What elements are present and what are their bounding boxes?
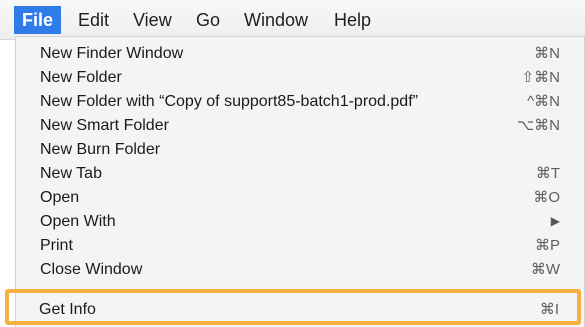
menu-item-print[interactable]: Print ⌘P <box>40 234 560 258</box>
keyboard-shortcut: ⌘N <box>534 45 560 62</box>
keyboard-shortcut: ⌘T <box>535 165 560 182</box>
menu-item-get-info[interactable]: Get Info ⌘I <box>39 298 559 322</box>
menu-item-label: New Folder with “Copy of support85-batch… <box>40 93 418 110</box>
menu-item-label: New Finder Window <box>40 45 184 62</box>
menubar-view[interactable]: View <box>133 6 172 34</box>
file-menu-dropdown: New Finder Window ⌘N New Folder ⇧⌘N New … <box>15 36 585 327</box>
menu-item-label: Open <box>40 189 80 206</box>
menu-item-label: New Smart Folder <box>40 117 169 134</box>
keyboard-shortcut: ⌘I <box>539 301 559 318</box>
submenu-arrow-icon: ▶ <box>550 214 560 228</box>
menu-item-label: New Tab <box>40 165 102 182</box>
keyboard-shortcut: ⇧⌘N <box>521 69 560 86</box>
menu-item-new-folder-with-selection[interactable]: New Folder with “Copy of support85-batch… <box>40 90 560 114</box>
menu-item-open-with[interactable]: Open With ▶ <box>40 210 560 234</box>
menu-item-new-folder[interactable]: New Folder ⇧⌘N <box>40 66 560 90</box>
menu-item-new-tab[interactable]: New Tab ⌘T <box>40 162 560 186</box>
menubar-go[interactable]: Go <box>196 6 220 34</box>
menu-bar: File Edit View Go Window Help <box>0 0 585 40</box>
menubar-file[interactable]: File <box>14 6 62 34</box>
menubar-edit[interactable]: Edit <box>78 6 109 34</box>
menu-item-close-window[interactable]: Close Window ⌘W <box>40 258 560 282</box>
keyboard-shortcut: ^⌘N <box>527 93 560 110</box>
menu-item-label: Print <box>40 237 73 254</box>
menubar-window[interactable]: Window <box>244 6 308 34</box>
menu-item-label: New Folder <box>40 69 122 86</box>
menubar-help[interactable]: Help <box>334 6 371 34</box>
macos-file-menu-screenshot: File Edit View Go Window Help New Finder… <box>0 0 585 327</box>
menu-item-new-smart-folder[interactable]: New Smart Folder ⌥⌘N <box>40 114 560 138</box>
menu-item-label: Open With <box>40 213 116 230</box>
keyboard-shortcut: ⌘W <box>530 261 560 278</box>
menu-item-open[interactable]: Open ⌘O <box>40 186 560 210</box>
menu-item-label: New Burn Folder <box>40 141 161 158</box>
keyboard-shortcut: ⌘P <box>534 237 560 254</box>
menu-item-new-burn-folder[interactable]: New Burn Folder <box>40 138 560 162</box>
menu-item-label: Get Info <box>39 301 96 318</box>
keyboard-shortcut: ⌘O <box>533 189 560 206</box>
menu-item-label: Close Window <box>40 261 143 278</box>
keyboard-shortcut: ⌥⌘N <box>516 117 560 134</box>
menu-item-new-finder-window[interactable]: New Finder Window ⌘N <box>40 42 560 66</box>
